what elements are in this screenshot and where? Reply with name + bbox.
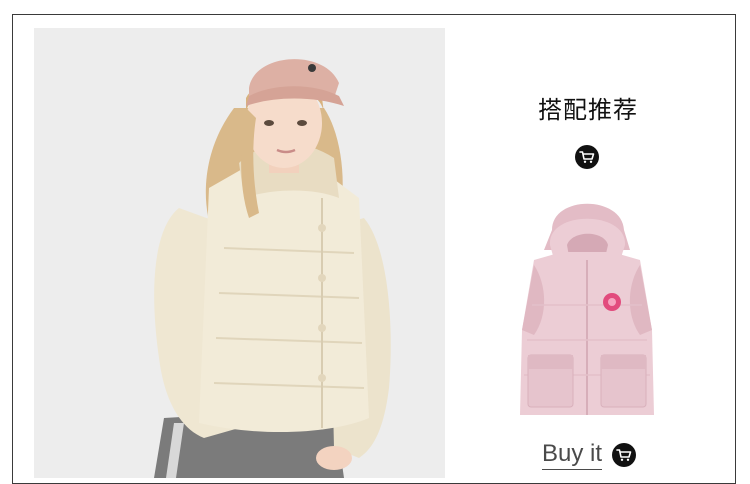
buy-it-label: Buy it (542, 440, 603, 470)
shopping-cart-icon[interactable] (575, 145, 599, 169)
shopping-cart-icon (612, 443, 637, 467)
product-image-vest[interactable] (512, 190, 662, 422)
model-photo (34, 28, 445, 478)
section-title: 搭配推荐 (538, 96, 638, 124)
model-illustration (34, 28, 445, 478)
buy-it-link[interactable]: Buy it (542, 440, 637, 470)
